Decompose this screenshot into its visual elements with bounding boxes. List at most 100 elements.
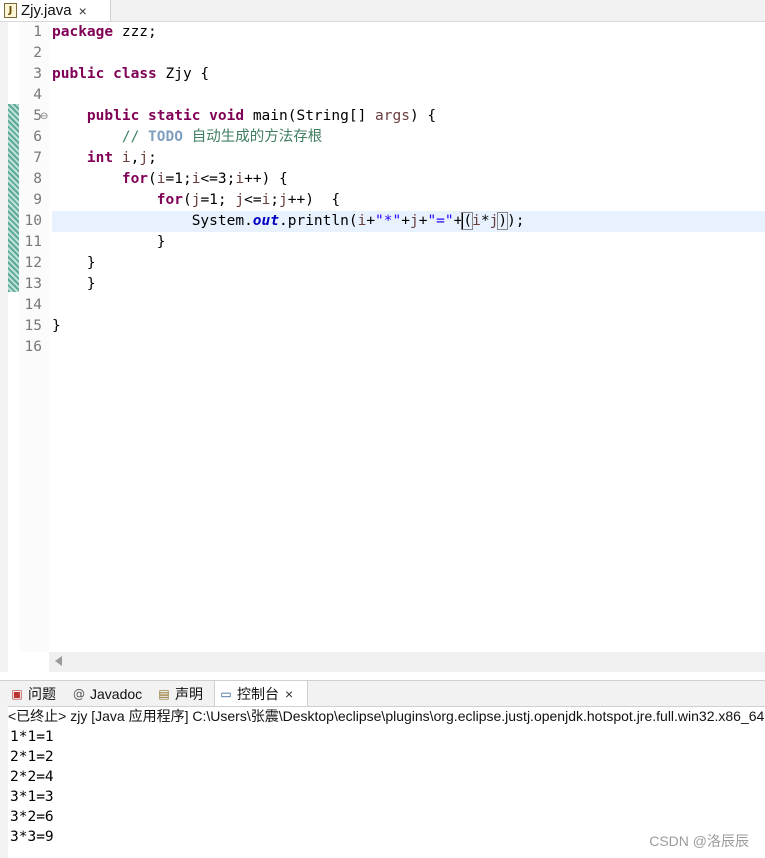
line-number: 14 <box>24 297 42 313</box>
code-text: ); <box>507 213 525 229</box>
keyword: static <box>148 108 201 124</box>
code-line-15[interactable]: } <box>52 316 61 337</box>
console-line: 3*1=3 <box>10 789 54 805</box>
line-number: 15 <box>24 318 42 334</box>
javadoc-at-icon: @ <box>73 686 85 701</box>
code-text: Zjy { <box>156 66 210 82</box>
keyword: for <box>121 171 149 187</box>
code-line-10[interactable]: System.out.println(i+"*"+j+"="+(i*j)); <box>52 211 525 232</box>
variable: args <box>375 108 410 124</box>
variable: i <box>357 213 367 229</box>
code-text: } <box>86 255 96 271</box>
code-line-6[interactable]: // TODO 自动生成的方法存根 <box>52 127 322 148</box>
code-editor[interactable]: 1 2 3 4 5 ⊖ 6 7 8 9 10 11 12 13 14 15 16… <box>0 22 765 672</box>
code-text: ; <box>270 192 280 208</box>
tab-label: Javadoc <box>90 685 143 702</box>
string-literal: "=" <box>427 213 454 229</box>
keyword: class <box>113 66 157 82</box>
line-number: 9 <box>33 192 42 208</box>
line-number: 16 <box>24 339 42 355</box>
console-line: 2*2=4 <box>10 769 54 785</box>
keyword: package <box>52 24 114 40</box>
variable: j <box>279 192 288 208</box>
console-line: 1*1=1 <box>10 729 54 745</box>
keyword: public <box>86 108 140 124</box>
close-icon[interactable]: × <box>79 3 87 19</box>
code-line-11[interactable]: } <box>52 232 166 253</box>
code-line-8[interactable]: for(i=1;i<=3;i++) { <box>52 169 288 190</box>
code-text: } <box>86 276 96 292</box>
line-number: 11 <box>24 234 42 250</box>
console-status-header: <已终止> zjy [Java 应用程序] C:\Users\张震\Deskto… <box>8 708 765 724</box>
tab-label: 声明 <box>175 685 203 702</box>
code-text: ( <box>148 171 157 187</box>
line-number: 7 <box>33 150 42 166</box>
code-text: .println( <box>279 213 358 229</box>
editor-tab-label: Zjy.java <box>21 2 72 19</box>
code-text: <= <box>244 192 262 208</box>
line-number: 4 <box>33 87 42 103</box>
variable: j <box>139 150 149 166</box>
code-text: System. <box>191 213 253 229</box>
line-number: 12 <box>24 255 42 271</box>
variable: i <box>261 192 271 208</box>
tab-problems[interactable]: ▣ 问题 <box>10 681 56 706</box>
code-line-13[interactable]: } <box>52 274 96 295</box>
variable: j <box>409 213 419 229</box>
bottom-panel-tabs: ▣ 问题 @ Javadoc ▤ 声明 ▭ 控制台 × <box>0 680 765 707</box>
horizontal-scrollbar[interactable] <box>49 652 765 672</box>
line-number: 2 <box>33 45 42 61</box>
watermark: CSDN @洛辰辰 <box>649 833 749 849</box>
tab-console[interactable]: ▭ 控制台 × <box>214 681 308 706</box>
editor-tab-bar: J Zjy.java × <box>0 0 765 22</box>
line-number: 8 <box>33 171 42 187</box>
line-number: 10 <box>24 213 42 229</box>
variable: i <box>113 150 131 166</box>
code-text: } <box>52 318 61 334</box>
variable: i <box>235 171 245 187</box>
code-line-1[interactable]: package zzz; <box>52 22 157 43</box>
console-line: 2*1=2 <box>10 749 54 765</box>
todo-tag: TODO <box>148 129 183 145</box>
change-indicator-bar <box>8 104 19 292</box>
console-margin <box>0 706 8 858</box>
code-line-7[interactable]: int i,j; <box>52 148 157 169</box>
scroll-left-arrow-icon[interactable] <box>55 656 62 666</box>
code-text: ; <box>148 150 157 166</box>
close-icon[interactable]: × <box>285 686 293 702</box>
console-line: 3*2=6 <box>10 809 54 825</box>
tab-declaration[interactable]: ▤ 声明 <box>157 681 203 706</box>
comment: 自动生成的方法存根 <box>182 129 323 145</box>
keyword: void <box>209 108 245 124</box>
variable: i <box>472 213 481 229</box>
code-text: ++) { <box>287 192 341 208</box>
line-number: 3 <box>33 66 42 82</box>
console-line: 3*3=9 <box>10 829 54 845</box>
code-text: =1; <box>165 171 192 187</box>
code-text: ( <box>182 192 192 208</box>
code-text: =1; <box>200 192 236 208</box>
annotation-margin <box>0 22 8 672</box>
code-line-9[interactable]: for(j=1; j<=i;j++) { <box>52 190 340 211</box>
keyword: public <box>52 66 105 82</box>
code-line-12[interactable]: } <box>52 253 96 274</box>
console-icon: ▭ <box>220 686 232 701</box>
tab-label: 控制台 <box>237 685 279 702</box>
keyword: for <box>156 192 183 208</box>
code-line-5[interactable]: public static void main(String[] args) { <box>52 106 436 127</box>
code-text: + <box>366 213 376 229</box>
code-text: + <box>401 213 410 229</box>
code-text: * <box>480 213 490 229</box>
matching-bracket: ) <box>497 212 509 230</box>
code-text: ++) { <box>244 171 288 187</box>
code-line-3[interactable]: public class Zjy { <box>52 64 209 85</box>
line-number: 1 <box>33 24 42 40</box>
fold-toggle-icon[interactable]: ⊖ <box>40 106 48 127</box>
code-text: main(String[] <box>244 108 376 124</box>
console-output[interactable]: 1*1=1 2*1=2 2*2=4 3*1=3 3*2=6 3*3=9 <box>10 727 54 847</box>
text-caret-bracket: ( <box>461 212 474 230</box>
comment: // <box>121 129 149 145</box>
editor-tab-zjy-java[interactable]: J Zjy.java × <box>0 0 111 21</box>
tab-javadoc[interactable]: @ Javadoc <box>72 681 142 706</box>
code-text: zzz; <box>113 24 157 40</box>
